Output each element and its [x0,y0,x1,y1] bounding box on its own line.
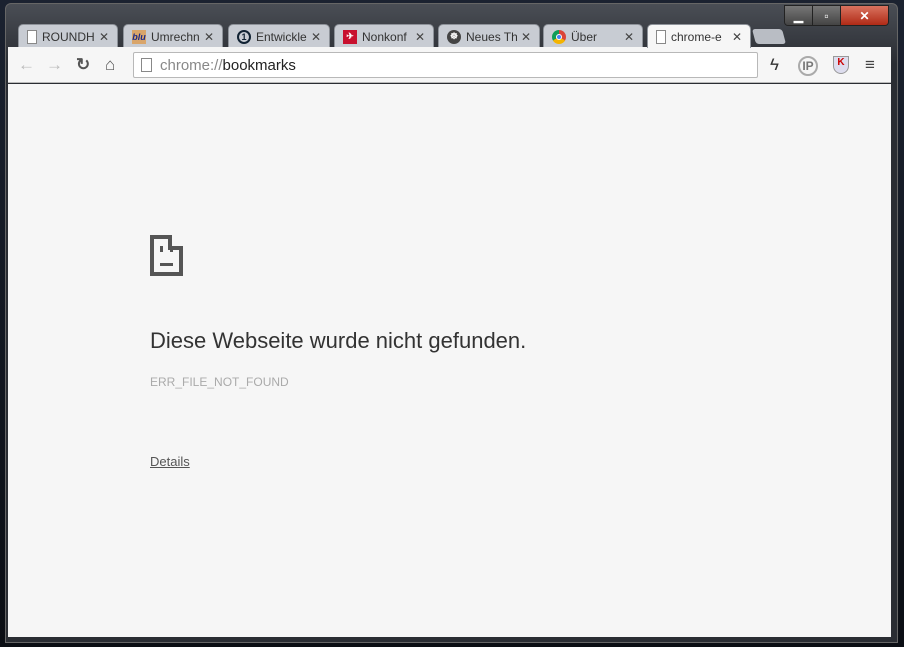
tab-nonkonf[interactable]: ✈ Nonkonf ✕ [334,24,434,48]
tab-neues-th[interactable]: ☸ Neues Th ✕ [438,24,540,48]
tab-roundh[interactable]: ROUNDH ✕ [18,24,118,48]
minimize-button[interactable]: ▁ [785,6,813,25]
blu-icon: blu [132,29,146,44]
error-title: Diese Webseite wurde nicht gefunden. [150,328,527,353]
close-tab-icon[interactable]: ✕ [415,30,425,44]
close-button[interactable]: ✕ [841,6,888,25]
ard-icon: 1 [237,29,251,44]
close-tab-icon[interactable]: ✕ [99,30,109,44]
tab-uber[interactable]: Über ✕ [543,24,643,48]
flash-icon[interactable]: ϟ [770,55,779,75]
sad-page-icon [150,235,183,276]
close-tab-icon[interactable]: ✕ [521,30,531,44]
page-icon [27,29,37,44]
tab-entwickle[interactable]: 1 Entwickle ✕ [228,24,330,48]
reload-button[interactable]: ↻ [76,55,90,75]
error-code: ERR_FILE_NOT_FOUND [150,375,289,389]
menu-icon[interactable]: ≡ [865,55,875,75]
maximize-button[interactable]: ▫ [813,6,841,25]
forward-button[interactable]: → [46,55,63,75]
home-button[interactable]: ⌂ [105,55,115,75]
window-controls: ▁ ▫ ✕ [784,5,889,26]
back-button[interactable]: ← [18,55,35,75]
chrome-icon [552,29,566,44]
page-icon [656,29,666,44]
details-link[interactable]: Details [150,454,190,469]
page-content: Diese Webseite wurde nicht gefunden. ERR… [8,84,891,637]
kaspersky-icon[interactable]: K [833,56,849,74]
nonkonf-icon: ✈ [343,29,357,44]
toolbar: ← → ↻ ⌂ chrome://bookmarks ϟ IP K ≡ [8,47,891,83]
page-icon [141,58,152,72]
ip-lookup-icon[interactable]: IP [798,56,818,76]
close-tab-icon[interactable]: ✕ [204,30,214,44]
close-tab-icon[interactable]: ✕ [624,30,634,44]
close-tab-icon[interactable]: ✕ [311,30,321,44]
new-tab-button[interactable] [751,29,787,44]
close-tab-icon[interactable]: ✕ [732,30,742,44]
address-bar[interactable]: chrome://bookmarks [133,52,758,78]
forum-icon: ☸ [447,29,461,44]
tab-umrechn[interactable]: blu Umrechn ✕ [123,24,223,48]
tab-chrome-error[interactable]: chrome-e ✕ [647,24,751,48]
